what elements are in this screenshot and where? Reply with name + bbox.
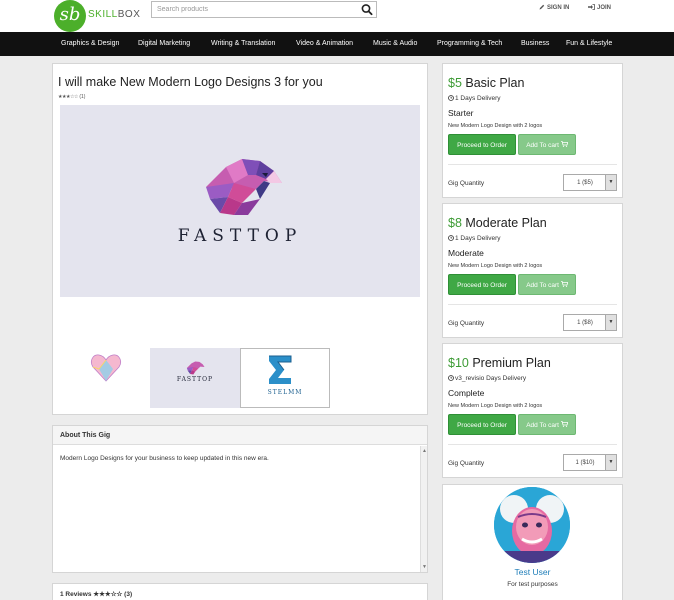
plan-description: New Modern Logo Design with 2 logos (448, 123, 543, 129)
nav-item-programming-tech[interactable]: Programming & Tech (437, 40, 502, 47)
gig-quantity-select[interactable]: 1 ($8) ▼ (563, 314, 617, 331)
about-scrollbar[interactable]: ▲ ▼ (420, 446, 427, 572)
plan-delivery: 1 Days Delivery (448, 235, 501, 242)
gig-panel: I will make New Modern Logo Designs 3 fo… (52, 63, 428, 415)
gig-rating: ★★★☆☆ (1) (58, 94, 85, 100)
plan-divider (448, 444, 617, 445)
heart-logo-icon (91, 354, 121, 382)
clock-icon (448, 375, 454, 381)
nav-item-video-animation[interactable]: Video & Animation (296, 40, 353, 47)
gig-title: I will make New Modern Logo Designs 3 fo… (58, 75, 323, 89)
eagle-logo-icon (206, 159, 282, 215)
logo-mark: sb (54, 0, 86, 32)
logo-text: SKILLBOX (88, 9, 141, 20)
about-panel: About This Gig Modern Logo Designs for y… (52, 425, 428, 573)
plan-title: $8 Moderate Plan (448, 216, 547, 230)
add-to-cart-button[interactable]: Add To cart (518, 414, 576, 435)
cart-icon (560, 141, 569, 147)
gig-quantity-select[interactable]: 1 ($5) ▼ (563, 174, 617, 191)
gig-main-image: FASTTOP (60, 105, 420, 297)
add-to-cart-button[interactable]: Add To cart (518, 134, 576, 155)
gig-quantity-label: Gig Quantity (448, 460, 485, 467)
plan-description: New Modern Logo Design with 2 logos (448, 263, 543, 269)
join-link[interactable]: JOIN (588, 4, 611, 11)
pencil-icon (539, 4, 545, 10)
gig-brand-text: FASTTOP (177, 226, 303, 246)
nav-item-writing-translation[interactable]: Writing & Translation (211, 40, 275, 47)
scroll-down-icon[interactable]: ▼ (422, 564, 427, 570)
plan-title: $5 Basic Plan (448, 76, 525, 90)
avatar-portrait (494, 487, 570, 563)
scroll-up-icon[interactable]: ▲ (422, 448, 427, 454)
thumb-brand-text: FASTTOP (176, 376, 214, 383)
proceed-to-order-button[interactable]: Proceed to Order (448, 414, 516, 435)
plan-level: Moderate (448, 248, 484, 258)
plan-divider (448, 164, 617, 165)
plan-delivery: v3_revisio Days Delivery (448, 375, 526, 382)
plan-title: $10 Premium Plan (448, 356, 551, 370)
nav-item-graphics-design[interactable]: Graphics & Design (61, 40, 119, 47)
gig-quantity-select[interactable]: 1 ($10) ▼ (563, 454, 617, 471)
plan-description: New Modern Logo Design with 2 logos (448, 403, 543, 409)
caret-down-icon: ▼ (605, 455, 616, 470)
clock-icon (448, 95, 454, 101)
proceed-to-order-button[interactable]: Proceed to Order (448, 274, 516, 295)
about-heading: About This Gig (53, 426, 427, 445)
gallery-thumb-1[interactable] (60, 348, 150, 408)
clock-icon (448, 235, 454, 241)
seller-description: For test purposes (507, 581, 558, 588)
reviews-heading: 1 Reviews ★★★☆☆ (3) (60, 591, 133, 598)
search-input[interactable] (152, 2, 360, 17)
gallery-thumb-3[interactable]: STELMM (240, 348, 330, 408)
nav-item-fun-lifestyle[interactable]: Fun & Lifestyle (566, 40, 612, 47)
nav-item-digital-marketing[interactable]: Digital Marketing (138, 40, 190, 47)
sign-in-icon (588, 4, 595, 10)
site-header: sb SKILLBOX SIGN IN JOIN (0, 0, 674, 32)
cart-icon (560, 281, 569, 287)
gig-quantity-label: Gig Quantity (448, 180, 485, 187)
rating-stars: ★★★☆☆ (58, 94, 78, 100)
gallery-thumb-2[interactable]: FASTTOP (150, 348, 240, 408)
thumb3-brand-text: STELMM (267, 389, 303, 396)
nav-item-business[interactable]: Business (521, 40, 549, 47)
rating-count: (1) (79, 94, 86, 100)
plan-delivery: 1 Days Delivery (448, 95, 501, 102)
sign-in-link[interactable]: SIGN IN (539, 4, 569, 11)
site-logo[interactable]: sb SKILLBOX (54, 0, 140, 32)
avatar[interactable] (494, 487, 570, 563)
eagle-logo-icon (186, 361, 205, 375)
about-body: Modern Logo Designs for your business to… (60, 455, 269, 462)
reviews-panel: 1 Reviews ★★★☆☆ (3) (52, 583, 428, 600)
seller-name-link[interactable]: Test User (443, 567, 622, 577)
plan-level: Starter (448, 108, 474, 118)
add-to-cart-button[interactable]: Add To cart (518, 274, 576, 295)
sigma-logo-icon (269, 355, 292, 384)
caret-down-icon: ▼ (605, 175, 616, 190)
search-icon[interactable] (360, 3, 374, 16)
plan-card-premium: $10 Premium Plan v3_revisio Days Deliver… (442, 343, 623, 478)
plan-level: Complete (448, 388, 485, 398)
plan-card-basic: $5 Basic Plan 1 Days Delivery Starter Ne… (442, 63, 623, 198)
nav-item-music-audio[interactable]: Music & Audio (373, 40, 417, 47)
plan-card-moderate: $8 Moderate Plan 1 Days Delivery Moderat… (442, 203, 623, 338)
seller-profile-card: Test User For test purposes (442, 484, 623, 600)
cart-icon (560, 421, 569, 427)
search-box (151, 1, 377, 18)
gig-quantity-label: Gig Quantity (448, 320, 485, 327)
plan-divider (448, 304, 617, 305)
caret-down-icon: ▼ (605, 315, 616, 330)
proceed-to-order-button[interactable]: Proceed to Order (448, 134, 516, 155)
category-nav: Graphics & Design Digital Marketing Writ… (0, 32, 674, 56)
